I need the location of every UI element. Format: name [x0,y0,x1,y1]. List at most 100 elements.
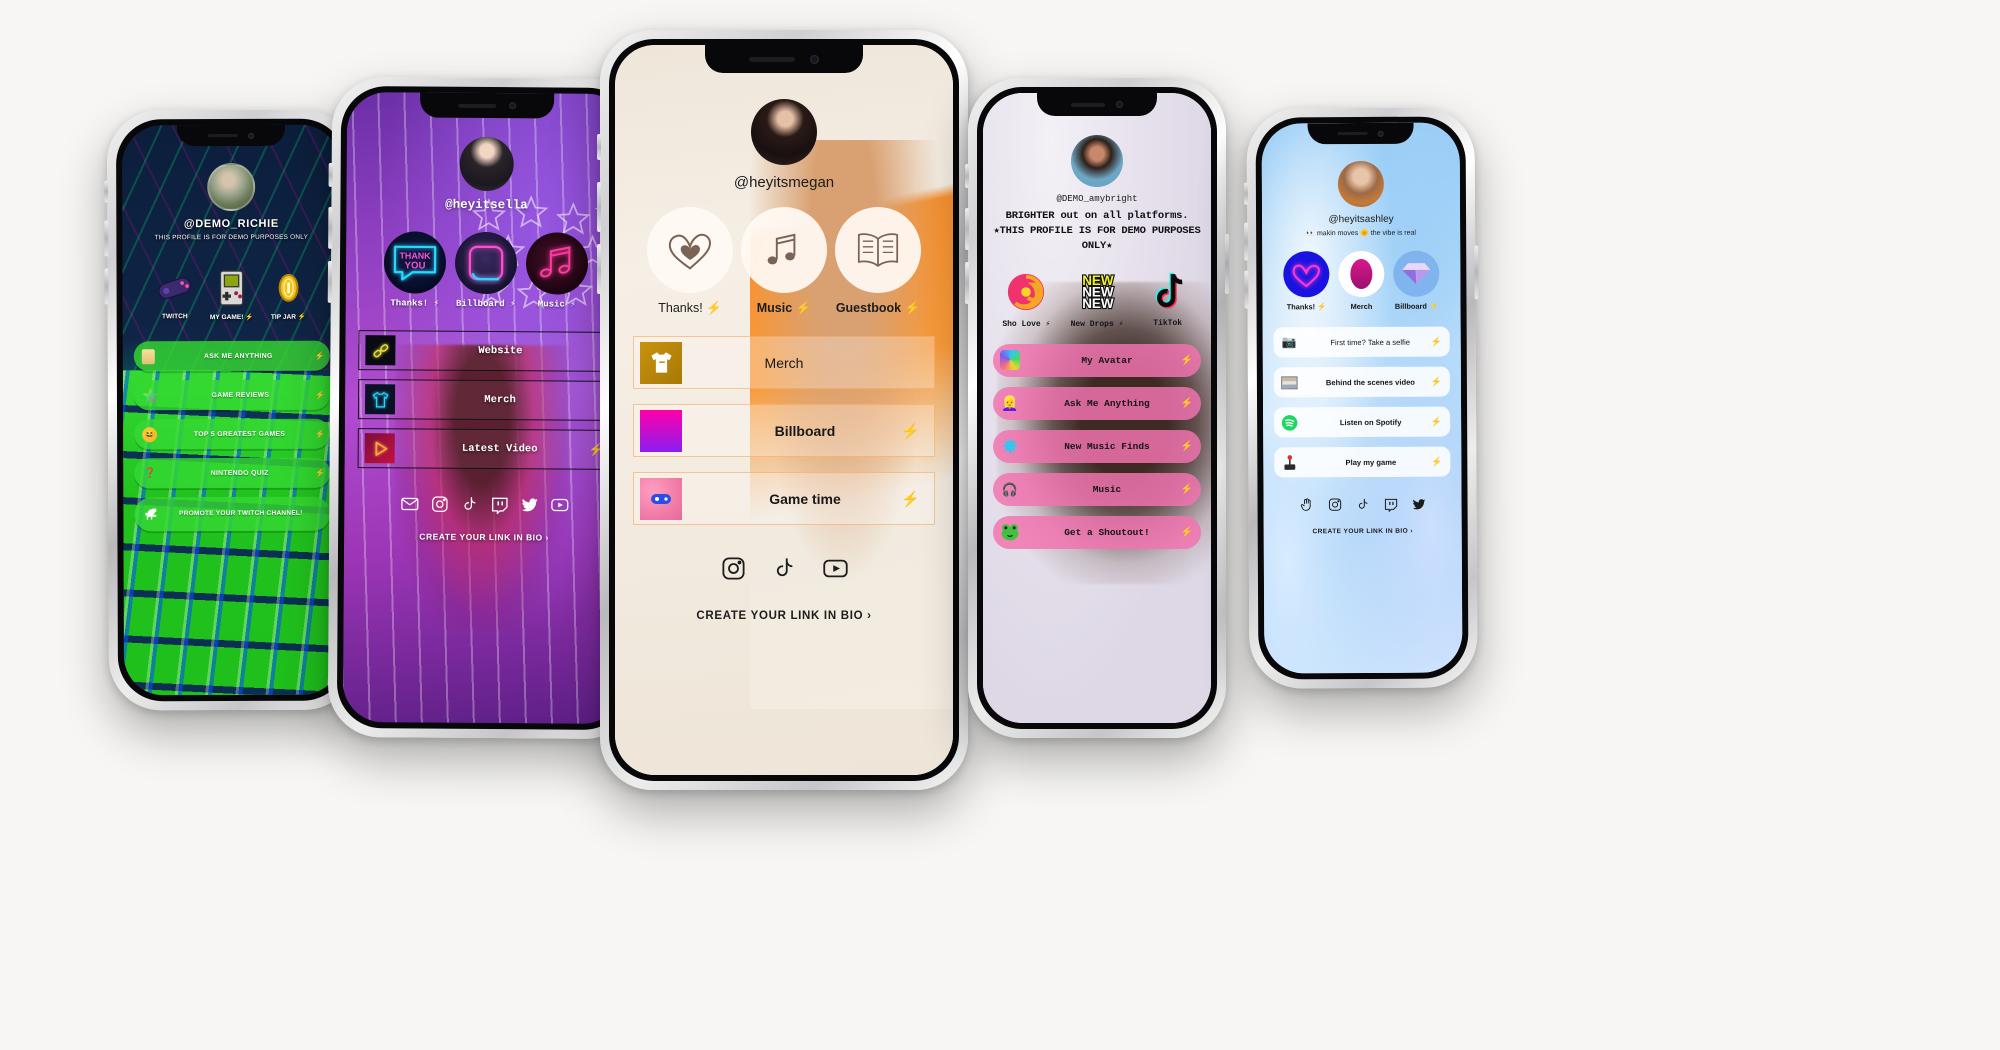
link-row[interactable]: Get a Shoutout! ⚡ [993,515,1201,549]
neon-square-icon [454,231,518,295]
dino-icon [142,507,159,522]
profile-handle: @heyitsmegan [733,174,835,191]
icon-button-guestbook[interactable]: Guestbook ⚡ [835,207,921,316]
icon-button-label: Billboard ⚡ [1394,301,1439,311]
lightning-bolt-icon: ⚡ [1430,376,1442,387]
link-row[interactable]: Behind the scenes video ⚡ [1273,366,1450,398]
lightning-bolt-icon: ⚡ [1180,526,1193,538]
mute-switch [104,180,109,203]
lightning-bolt-icon: ⚡ [509,299,516,310]
wave-hand-icon[interactable] [1299,497,1314,512]
diamond-icon [1393,250,1440,297]
phone-mockup-ashley: @heyitsashley 👀 makin moves 🌞 the vibe i… [1243,107,1479,689]
link-row[interactable]: 👱‍♀️ Ask Me Anything ⚡ [993,386,1201,420]
tiktok-icon[interactable] [1355,497,1370,512]
link-row[interactable]: ASK ME ANYTHING ⚡ [133,340,330,372]
chevron-right-icon: › [867,610,872,622]
link-label: Game time [769,490,841,507]
icon-button-thanks[interactable]: THANK YOU Thanks! ⚡ [383,231,447,309]
volume-up-button [597,182,601,232]
icon-button-tip-jar[interactable]: TIP JAR ⚡ [267,267,309,321]
link-row[interactable]: Merch [357,379,613,421]
twitter-icon[interactable] [520,495,539,514]
tiktok-icon[interactable] [460,495,479,514]
tiktok-icon[interactable] [771,555,798,582]
youtube-icon[interactable] [822,555,849,582]
link-row[interactable]: PROMOTE YOUR TWITCH CHANNEL! [134,496,331,532]
lightning-bolt-icon: ⚡ [433,298,440,309]
icon-button-music[interactable]: Music ⚡ [741,207,827,316]
icon-button-tiktok[interactable]: TikTok [1134,270,1201,328]
camera-icon: 📷 [1281,335,1297,350]
icon-button-label: Sho Love ⚡ [1002,319,1051,329]
icon-button-new-drops[interactable]: NEW NEW NEW New Drops ⚡ [1064,270,1131,329]
social-icon-row [720,555,849,582]
neon-tshirt-icon [364,384,396,415]
mail-icon[interactable] [400,494,419,513]
link-row[interactable]: Website [358,330,613,372]
instagram-icon[interactable] [720,555,747,582]
link-row[interactable]: 📷 First time? Take a selfie ⚡ [1273,326,1450,358]
youtube-icon[interactable] [550,495,569,514]
create-link-in-bio-cta[interactable]: CREATE YOUR LINK IN BIO › [1312,528,1413,536]
icon-button-merch[interactable]: Merch [1338,250,1385,312]
icon-button-twitch[interactable]: TWITCH [154,267,196,320]
lightning-bolt-icon: ⚡ [795,301,812,315]
phone-bezel: @heyitsashley 👀 makin moves 🌞 the vibe i… [1255,116,1469,680]
lightning-bolt-icon: ⚡ [1118,319,1124,329]
link-row[interactable]: New Music Finds ⚡ [993,429,1201,463]
coin-icon [267,267,309,309]
scroll-icon [141,348,155,364]
link-row[interactable]: Billboard ⚡ [633,404,935,457]
icon-button-label: Merch [1350,301,1373,312]
create-link-in-bio-cta[interactable]: CREATE YOUR LINK IN BIO › [419,532,549,543]
icon-button-billboard[interactable]: Billboard ⚡ [454,231,518,310]
link-row[interactable]: Game time ⚡ [633,472,935,525]
twitch-icon[interactable] [490,495,509,515]
svg-text:YOU: YOU [404,260,425,271]
icon-button-sho-love[interactable]: Sho Love ⚡ [993,270,1060,329]
icon-button-my-game[interactable]: MY GAME! ⚡ [210,267,254,321]
link-row[interactable]: Merch [633,336,935,389]
link-label: Behind the scenes video [1325,377,1415,387]
icon-button-billboard[interactable]: Billboard ⚡ [1393,250,1440,311]
lightning-bolt-icon: ⚡ [314,390,325,400]
link-row[interactable]: Latest Video ⚡ [357,428,612,470]
link-row[interactable]: Listen on Spotify ⚡ [1274,406,1451,438]
link-row[interactable]: My Avatar ⚡ [993,343,1201,377]
link-label: NINTENDO QUIZ [210,469,269,477]
game-controller-icon [154,267,196,309]
svg-text:NEW: NEW [1082,296,1114,311]
twitter-icon[interactable] [1411,497,1426,512]
twitch-icon[interactable] [1383,497,1398,512]
icon-button-label: Music ⚡ [537,299,576,310]
frog-icon [1000,522,1020,542]
lightning-bolt-icon: ⚡ [901,490,920,508]
film-frames-icon [1281,374,1298,391]
link-label: Merch [484,393,516,407]
phone-bezel: @DEMO_amybright BRIGHTER out on all plat… [977,87,1217,729]
instagram-icon[interactable] [1327,497,1342,512]
volume-down-button [597,244,601,294]
create-link-in-bio-cta[interactable]: CREATE YOUR LINK IN BIO › [696,610,871,622]
link-row[interactable]: 😆 TOP 5 GREATEST GAMES ⚡ [134,418,331,450]
link-label: Latest Video [461,442,538,456]
link-label: First time? Take a selfie [1330,337,1411,347]
profile-content: @heyitsmegan Thanks! ⚡ Music ⚡ Guestbook… [615,45,953,775]
icon-button-label: Billboard ⚡ [455,298,516,310]
link-row[interactable]: GAME REVIEWS ⚡ [133,379,330,411]
profile-handle: @DEMO_RICHIE [183,217,279,231]
lightning-bolt-icon: ⚡ [1180,440,1193,452]
phone-screen: @heyitsella THANK YOU Thanks! ⚡ Billboar… [342,92,628,724]
instagram-icon[interactable] [430,495,449,514]
icon-button-thanks[interactable]: Thanks! ⚡ [1283,251,1330,311]
link-row[interactable]: 🎧 Music ⚡ [993,472,1201,506]
icon-button-music[interactable]: Music ⚡ [525,232,589,310]
icon-button-thanks[interactable]: Thanks! ⚡ [647,207,733,316]
music-note-icon [741,207,827,293]
neon-link-icon [365,335,396,366]
open-book-icon [835,207,921,293]
volume-up-button [104,220,109,257]
link-row[interactable]: ❓ NINTENDO QUIZ ⚡ [134,457,331,489]
link-row[interactable]: Play my game ⚡ [1274,446,1451,478]
